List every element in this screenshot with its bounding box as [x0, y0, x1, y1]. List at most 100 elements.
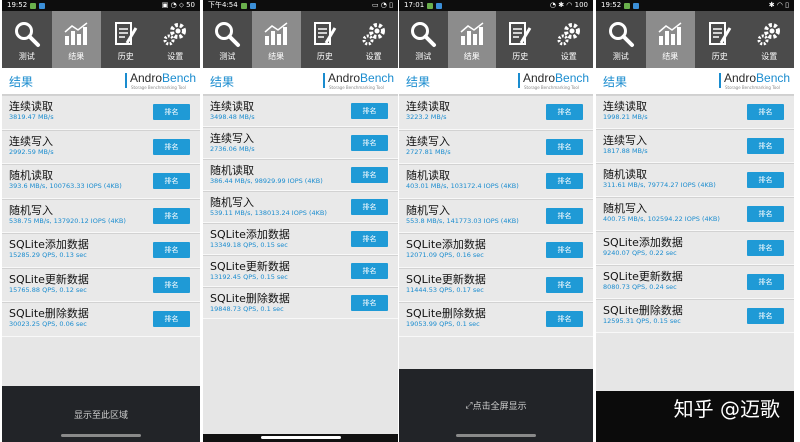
rank-button[interactable]: 排名: [747, 240, 784, 256]
result-row: 连续写入 1817.88 MB/s 排名: [596, 129, 794, 163]
tab-results-label: 结果: [662, 52, 679, 61]
status-bar: 19:52 ▣ ◔ ⬦ 50: [2, 0, 200, 11]
bottom-area-label: 显示至此区域: [73, 410, 128, 421]
status-indicators: ◔ ✱ ◠ 100: [549, 1, 588, 9]
home-indicator: [260, 436, 341, 439]
rank-button[interactable]: 排名: [351, 135, 388, 151]
result-row: 连续读取 1998.21 MB/s 排名: [596, 95, 794, 129]
result-row: SQLite删除数据 30023.25 QPS, 0.06 sec 排名: [2, 302, 200, 337]
rank-button[interactable]: 排名: [153, 276, 190, 293]
rank-button[interactable]: 排名: [546, 173, 583, 190]
result-row: SQLite添加数据 13349.18 QPS, 0.15 sec 排名: [203, 223, 398, 255]
tab-results[interactable]: 结果: [251, 11, 301, 68]
rank-button[interactable]: 排名: [351, 263, 388, 279]
results-header: 结果 AndroBench Storage Benchmarking Tool: [2, 68, 200, 95]
result-row: SQLite更新数据 8080.73 QPS, 0.24 sec 排名: [596, 265, 794, 299]
rank-button[interactable]: 排名: [546, 276, 583, 293]
rank-button[interactable]: 排名: [153, 173, 190, 190]
result-row: 随机写入 538.75 MB/s, 137920.12 IOPS (4KB) 排名: [2, 198, 200, 233]
rank-button[interactable]: 排名: [546, 104, 583, 121]
rank-button[interactable]: 排名: [351, 295, 388, 311]
rank-button[interactable]: 排名: [546, 207, 583, 224]
results-header: 结果 AndroBench Storage Benchmarking Tool: [399, 68, 593, 95]
rank-button[interactable]: 排名: [747, 172, 784, 188]
result-row: 连续读取 3223.2 MB/s 排名: [399, 95, 593, 130]
tab-test[interactable]: 测试: [2, 11, 52, 68]
document-pencil-icon: [112, 20, 140, 48]
rank-button[interactable]: 排名: [153, 138, 190, 155]
rank-button[interactable]: 排名: [747, 308, 784, 324]
notification-icon: [249, 2, 256, 9]
tab-results[interactable]: 结果: [447, 11, 496, 68]
results-list: 连续读取 3223.2 MB/s 排名 连续写入 2727.81 MB/s 排名 随机读取 4…: [399, 95, 593, 337]
androbench-logo: AndroBench Storage Benchmarking Tool: [719, 70, 790, 92]
chart-icon: [62, 20, 90, 48]
rank-button[interactable]: 排名: [747, 206, 784, 222]
magnifier-icon: [13, 20, 41, 48]
rank-button[interactable]: 排名: [153, 311, 190, 328]
result-row: 连续读取 3498.48 MB/s 排名: [203, 95, 398, 127]
notification-icon: [39, 2, 46, 9]
tab-test[interactable]: 测试: [203, 11, 252, 68]
status-time: 19:52: [601, 1, 622, 9]
gears-icon: [161, 20, 189, 48]
result-row: SQLite添加数据 15285.29 QPS, 0.13 sec 排名: [2, 233, 200, 268]
result-row: SQLite删除数据 19848.73 QPS, 0.1 sec 排名: [203, 287, 398, 319]
tab-test-label: 测试: [18, 52, 35, 61]
tab-settings[interactable]: 设置: [349, 11, 398, 68]
result-row: 随机读取 393.6 MB/s, 100763.33 IOPS (4KB) 排名: [2, 164, 200, 199]
tab-settings[interactable]: 设置: [745, 11, 795, 68]
result-row: SQLite添加数据 9240.07 QPS, 0.22 sec 排名: [596, 231, 794, 265]
rank-button[interactable]: 排名: [747, 138, 784, 154]
rank-button[interactable]: 排名: [546, 311, 583, 328]
tab-history[interactable]: 历史: [496, 11, 545, 68]
result-row: SQLite更新数据 15765.88 QPS, 0.12 sec 排名: [2, 267, 200, 302]
bottom-area[interactable]: 显示至此区域: [2, 386, 200, 442]
phone-screenshot-panel-3: 17:01 ◔ ✱ ◠ 100 测试 结果 历史 设置 结果 AndroBenc…: [399, 0, 593, 442]
rank-button[interactable]: 排名: [351, 103, 388, 119]
notification-icon: [436, 2, 443, 9]
tab-test[interactable]: 测试: [596, 11, 646, 68]
magnifier-icon: [607, 20, 635, 48]
rank-button[interactable]: 排名: [351, 167, 388, 183]
rank-button[interactable]: 排名: [153, 207, 190, 224]
chart-icon: [656, 20, 684, 48]
rank-button[interactable]: 排名: [546, 138, 583, 155]
rank-button[interactable]: 排名: [747, 274, 784, 290]
rank-button[interactable]: 排名: [351, 199, 388, 215]
tab-settings-label: 设置: [560, 52, 577, 61]
results-header: 结果 AndroBench Storage Benchmarking Tool: [203, 68, 398, 95]
tab-history[interactable]: 历史: [101, 11, 151, 68]
tab-history[interactable]: 历史: [695, 11, 745, 68]
bottom-area[interactable]: ⤢ 点击全屏显示: [399, 369, 593, 442]
tab-results[interactable]: 结果: [645, 11, 695, 68]
document-pencil-icon: [706, 20, 734, 48]
page-title: 结果: [210, 74, 235, 89]
tab-settings[interactable]: 设置: [545, 11, 594, 68]
result-row: 随机读取 311.61 MB/s, 79774.27 IOPS (4KB) 排名: [596, 163, 794, 197]
tab-history-label: 历史: [117, 52, 134, 61]
rank-button[interactable]: 排名: [153, 104, 190, 121]
fullscreen-icon: ⤢: [465, 400, 473, 411]
tab-test[interactable]: 测试: [399, 11, 448, 68]
document-pencil-icon: [506, 20, 534, 48]
result-row: 随机写入 553.8 MB/s, 141773.03 IOPS (4KB) 排名: [399, 198, 593, 233]
tab-test-label: 测试: [612, 52, 629, 61]
tab-results-label: 结果: [68, 52, 85, 61]
magnifier-icon: [409, 20, 437, 48]
magnifier-icon: [213, 20, 241, 48]
tab-results[interactable]: 结果: [51, 11, 101, 68]
tab-history[interactable]: 历史: [301, 11, 350, 68]
rank-button[interactable]: 排名: [747, 104, 784, 120]
tab-results-label: 结果: [268, 52, 285, 61]
result-row: 连续写入 2992.59 MB/s 排名: [2, 129, 200, 164]
notification-icon: [624, 2, 631, 9]
rank-button[interactable]: 排名: [351, 231, 388, 247]
rank-button[interactable]: 排名: [153, 242, 190, 259]
result-row: 连续写入 2727.81 MB/s 排名: [399, 129, 593, 164]
tab-settings[interactable]: 设置: [151, 11, 201, 68]
rank-button[interactable]: 排名: [546, 242, 583, 259]
notification-icon: [30, 2, 37, 9]
chart-icon: [458, 20, 486, 48]
notification-icon: [427, 2, 434, 9]
